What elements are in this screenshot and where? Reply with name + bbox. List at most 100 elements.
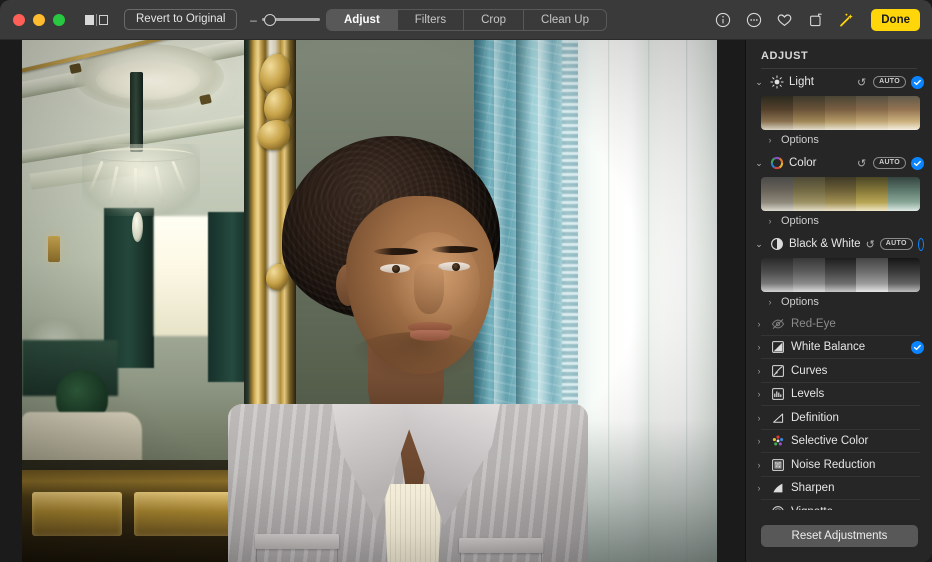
chevron-down-icon[interactable]: ⌄: [754, 158, 764, 169]
bw-thumbnail[interactable]: [793, 258, 825, 292]
reset-adjustments-button[interactable]: Reset Adjustments: [761, 525, 918, 547]
adjust-controls-list[interactable]: ⌄ Light ↺ AUTO: [746, 69, 932, 535]
bw-thumbnail[interactable]: [761, 258, 793, 292]
red-eye-icon: [770, 316, 785, 331]
done-button[interactable]: Done: [871, 9, 920, 31]
chevron-right-icon[interactable]: ›: [754, 342, 764, 352]
zoom-slider[interactable]: – +: [249, 13, 333, 27]
adjust-item-red-eye[interactable]: › Red-Eye: [746, 312, 932, 336]
adjust-item-white-balance[interactable]: › White Balance: [746, 336, 932, 360]
bw-thumbnail[interactable]: [825, 258, 857, 292]
toolbar: Revert to Original – + Adjust Filters Cr…: [0, 0, 932, 40]
favorite-heart-icon[interactable]: [776, 12, 793, 29]
maximize-button[interactable]: [53, 14, 65, 26]
chevron-right-icon[interactable]: ›: [765, 216, 775, 226]
chevron-right-icon[interactable]: ›: [765, 297, 775, 307]
split-view-filled-pane-icon: [85, 15, 94, 25]
zoom-slider-knob[interactable]: [264, 14, 276, 26]
photo-subject-eyebrow: [432, 246, 478, 253]
chevron-right-icon[interactable]: ›: [754, 319, 764, 329]
color-thumbnail[interactable]: [856, 177, 888, 211]
light-thumbnail[interactable]: [793, 96, 825, 130]
color-thumbnail[interactable]: [825, 177, 857, 211]
brightness-sun-icon: [769, 75, 784, 90]
options-label: Options: [781, 134, 819, 146]
toggle-white-balance-on[interactable]: [911, 341, 924, 354]
toggle-black-and-white-off[interactable]: [918, 238, 924, 251]
adjust-sidebar: ADJUST ⌄ Light ↺ AUTO: [745, 40, 932, 562]
more-options-icon[interactable]: [745, 12, 762, 29]
chevron-right-icon[interactable]: ›: [754, 366, 764, 376]
group-label: Color: [789, 157, 850, 169]
color-thumbnail[interactable]: [761, 177, 793, 211]
auto-color-badge[interactable]: AUTO: [873, 157, 906, 169]
tab-crop[interactable]: Crop: [464, 10, 524, 30]
light-thumbnail[interactable]: [761, 96, 793, 130]
light-variation-filmstrip[interactable]: [761, 96, 920, 130]
adjust-group-color[interactable]: ⌄ Color ↺ AUTO: [746, 150, 932, 176]
auto-light-badge[interactable]: AUTO: [873, 76, 906, 88]
adjust-item-sharpen[interactable]: › Sharpen: [746, 477, 932, 501]
light-thumbnail[interactable]: [888, 96, 920, 130]
rotate-icon[interactable]: [807, 12, 824, 29]
toggle-light-on[interactable]: [911, 76, 924, 89]
bw-options-row[interactable]: › Options: [746, 292, 932, 312]
light-thumbnail[interactable]: [856, 96, 888, 130]
light-options-row[interactable]: › Options: [746, 130, 932, 150]
chevron-right-icon[interactable]: ›: [754, 389, 764, 399]
revert-color-icon[interactable]: ↺: [855, 157, 868, 170]
sidebar-title: ADJUST: [746, 40, 932, 68]
chevron-right-icon[interactable]: ›: [754, 483, 764, 493]
item-label: Levels: [791, 388, 924, 400]
tab-filters[interactable]: Filters: [398, 10, 464, 30]
adjust-item-definition[interactable]: › Definition: [746, 406, 932, 430]
edited-photo[interactable]: [22, 40, 717, 562]
color-thumbnail[interactable]: [888, 177, 920, 211]
auto-enhance-wand-icon[interactable]: [838, 12, 855, 29]
photo-lower-right-shadow: [578, 420, 717, 562]
revert-bw-icon[interactable]: ↺: [866, 238, 875, 251]
photo-cabinet-inlay: [32, 492, 122, 536]
zoom-out-label[interactable]: –: [249, 13, 257, 27]
photo-chandelier-ring: [88, 148, 194, 162]
revert-to-original-button[interactable]: Revert to Original: [124, 9, 237, 30]
light-thumbnail[interactable]: [825, 96, 857, 130]
photo-subject-nose: [414, 264, 444, 314]
photo-subject-portrait: [228, 136, 588, 562]
adjust-group-light[interactable]: ⌄ Light ↺ AUTO: [746, 69, 932, 95]
chevron-down-icon[interactable]: ⌄: [754, 77, 764, 88]
chevron-right-icon[interactable]: ›: [765, 135, 775, 145]
split-view-toggle-icon[interactable]: [85, 14, 108, 26]
adjust-item-noise-reduction[interactable]: › Noise Reduction: [746, 453, 932, 477]
info-icon[interactable]: [714, 12, 731, 29]
chevron-down-icon[interactable]: ⌄: [754, 239, 764, 250]
bw-thumbnail[interactable]: [856, 258, 888, 292]
close-button[interactable]: [13, 14, 25, 26]
adjust-item-selective-color[interactable]: › Selective Color: [746, 430, 932, 454]
color-variation-filmstrip[interactable]: [761, 177, 920, 211]
photo-chandelier-stem: [130, 72, 143, 152]
zoom-slider-track[interactable]: [262, 18, 320, 21]
revert-light-icon[interactable]: ↺: [855, 76, 868, 89]
photo-cabinet-inlay: [134, 492, 238, 536]
bw-thumbnail[interactable]: [888, 258, 920, 292]
minimize-button[interactable]: [33, 14, 45, 26]
chevron-right-icon[interactable]: ›: [754, 460, 764, 470]
bw-variation-filmstrip[interactable]: [761, 258, 920, 292]
chevron-right-icon[interactable]: ›: [754, 436, 764, 446]
item-label: Selective Color: [791, 435, 924, 447]
options-label: Options: [781, 296, 819, 308]
toggle-color-on[interactable]: [911, 157, 924, 170]
adjust-item-levels[interactable]: › Levels: [746, 383, 932, 407]
color-thumbnail[interactable]: [793, 177, 825, 211]
tab-clean-up[interactable]: Clean Up: [524, 10, 606, 30]
photo-ceiling-rose-inner: [96, 60, 200, 100]
sidebar-footer: Reset Adjustments: [746, 510, 932, 562]
adjust-item-curves[interactable]: › Curves: [746, 359, 932, 383]
chevron-right-icon[interactable]: ›: [754, 413, 764, 423]
tab-adjust[interactable]: Adjust: [327, 10, 398, 30]
adjust-group-black-and-white[interactable]: ⌄ Black & White ↺ AUTO: [746, 231, 932, 257]
color-options-row[interactable]: › Options: [746, 211, 932, 231]
auto-bw-badge[interactable]: AUTO: [880, 238, 913, 250]
white-balance-icon: [770, 340, 785, 355]
